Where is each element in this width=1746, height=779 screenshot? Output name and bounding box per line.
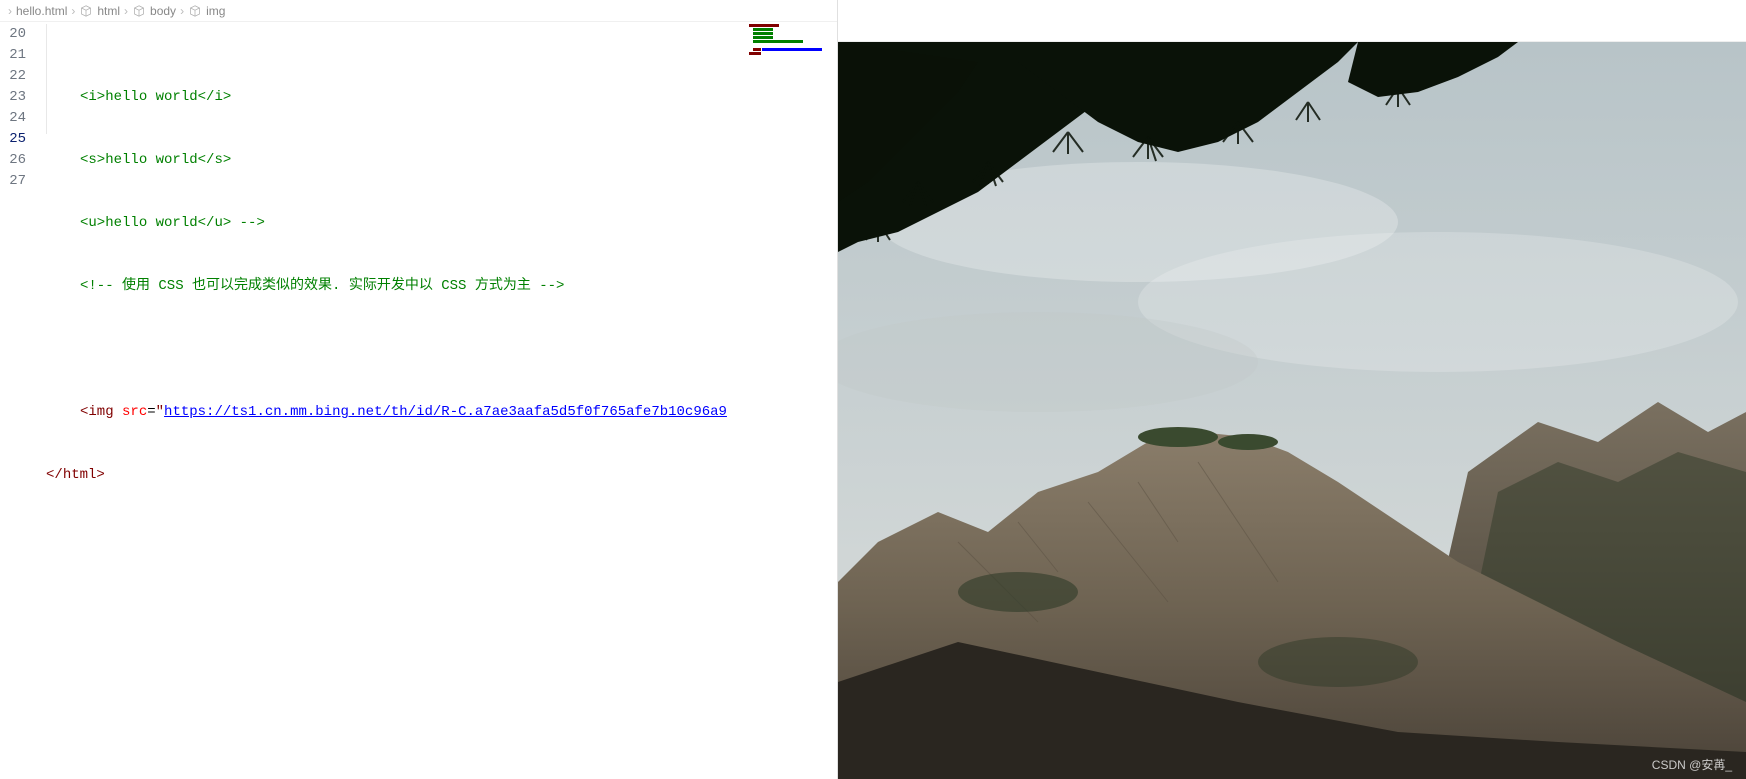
- line-number: 24: [0, 108, 38, 129]
- code-line: </html>: [38, 465, 837, 486]
- breadcrumb-file[interactable]: hello.html: [16, 4, 67, 18]
- breadcrumb-item[interactable]: html: [97, 4, 120, 18]
- mountain-photo: [838, 42, 1746, 779]
- breadcrumb-item[interactable]: img: [206, 4, 225, 18]
- minimap[interactable]: [747, 22, 837, 92]
- code-line: <img src="https://ts1.cn.mm.bing.net/th/…: [38, 402, 837, 423]
- code-area[interactable]: 2021222324252627 <i>hello world</i> <s>h…: [0, 22, 837, 779]
- watermark: CSDN @安苒_: [1652, 756, 1732, 773]
- code-line: <i>hello world</i>: [38, 87, 837, 108]
- line-gutter: 2021222324252627: [0, 22, 38, 779]
- line-number: 26: [0, 150, 38, 171]
- line-number: 21: [0, 45, 38, 66]
- preview-pane: CSDN @安苒_: [838, 0, 1746, 779]
- line-number: 20: [0, 24, 38, 45]
- line-number: 23: [0, 87, 38, 108]
- code-line: <u>hello world</u> -->: [38, 213, 837, 234]
- code-content[interactable]: <i>hello world</i> <s>hello world</s> <u…: [38, 22, 837, 779]
- chevron-right-icon: ›: [124, 4, 128, 18]
- cube-icon: [188, 4, 202, 18]
- breadcrumb[interactable]: › hello.html › html › body › img: [0, 0, 837, 22]
- chevron-right-icon: ›: [71, 4, 75, 18]
- cube-icon: [79, 4, 93, 18]
- code-line: [38, 339, 837, 360]
- cube-icon: [132, 4, 146, 18]
- chevron-right-icon: ›: [180, 4, 184, 18]
- line-number: 22: [0, 66, 38, 87]
- breadcrumb-item[interactable]: body: [150, 4, 176, 18]
- chevron-right-icon: ›: [8, 4, 12, 18]
- indent-guide: [46, 24, 47, 134]
- preview-header: [838, 0, 1746, 42]
- editor-pane: › hello.html › html › body › img 2021222…: [0, 0, 838, 779]
- code-line: [38, 528, 837, 549]
- code-line: <s>hello world</s>: [38, 150, 837, 171]
- line-number: 25: [0, 129, 38, 150]
- preview-image: CSDN @安苒_: [838, 42, 1746, 779]
- code-line: <!-- 使用 CSS 也可以完成类似的效果. 实际开发中以 CSS 方式为主 …: [38, 276, 837, 297]
- line-number: 27: [0, 171, 38, 192]
